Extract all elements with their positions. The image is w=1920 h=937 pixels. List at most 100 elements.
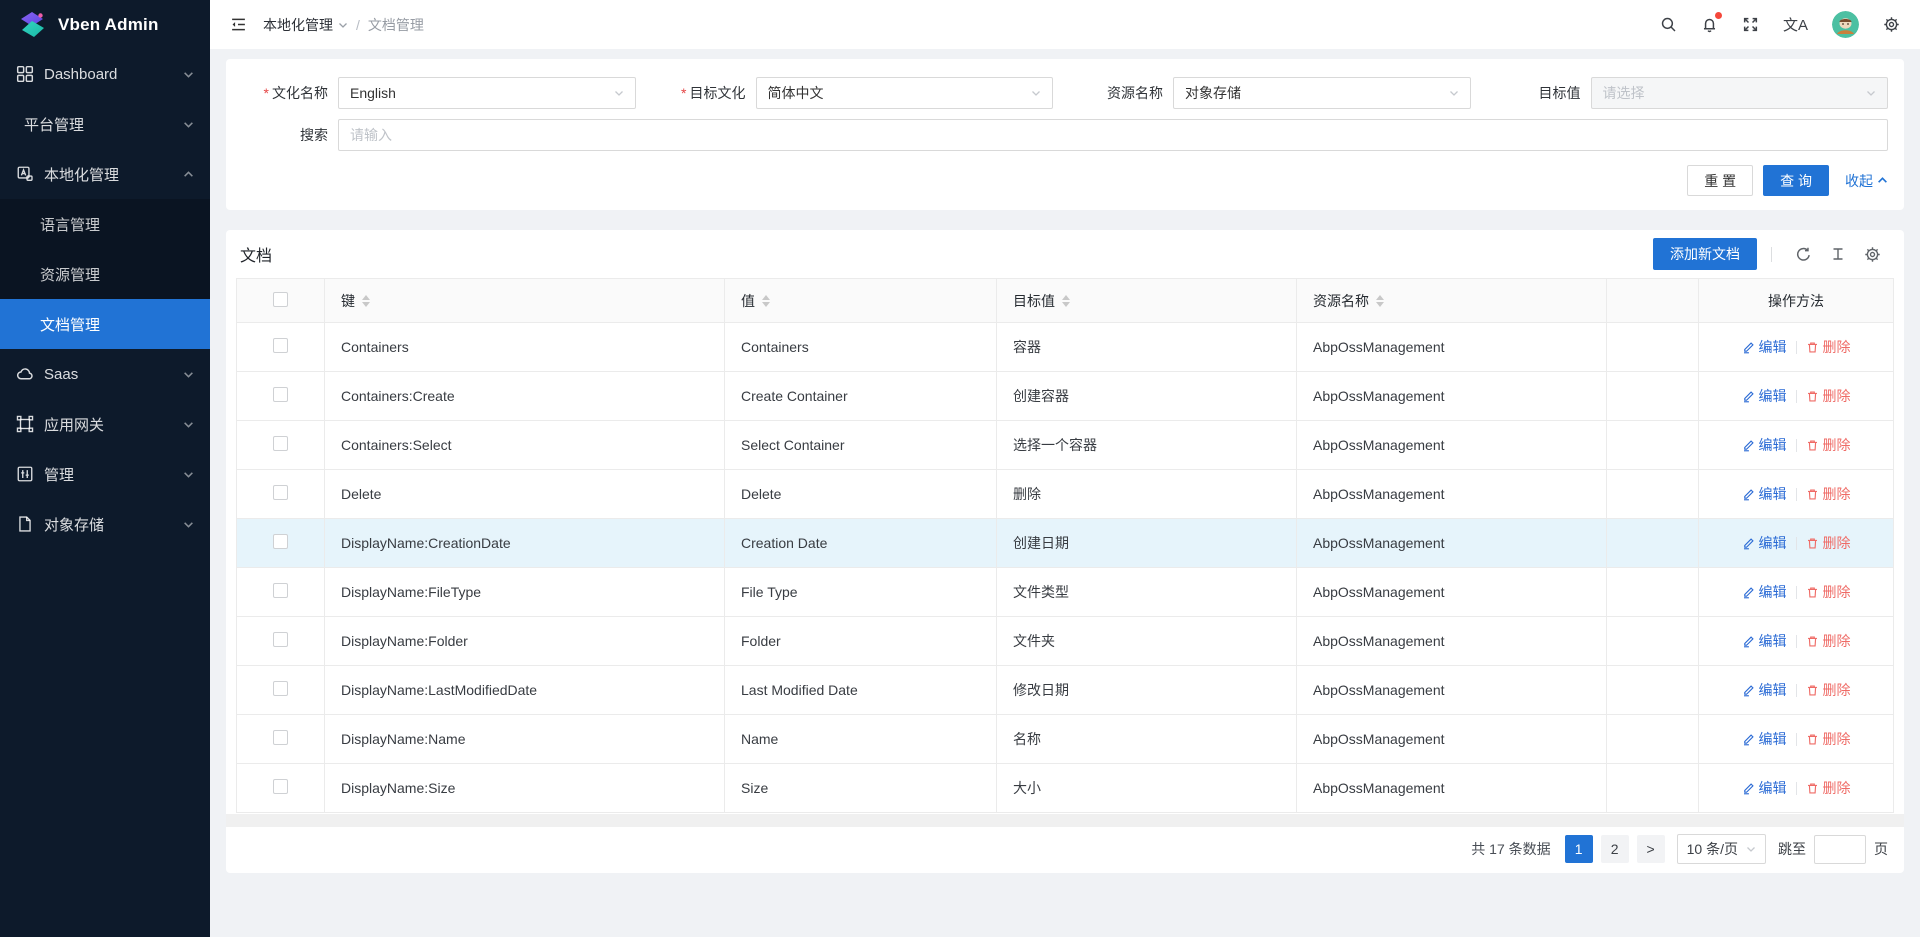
culture-name-select[interactable]: English bbox=[338, 77, 636, 109]
cell-value: Creation Date bbox=[725, 519, 997, 568]
row-checkbox[interactable] bbox=[273, 387, 288, 402]
next-page-button[interactable]: > bbox=[1637, 835, 1665, 863]
row-checkbox[interactable] bbox=[273, 436, 288, 451]
column-header-key: 键 bbox=[341, 291, 355, 311]
row-height-icon[interactable] bbox=[1830, 246, 1846, 262]
column-header-empty bbox=[1607, 279, 1699, 323]
delete-button[interactable]: 删除 bbox=[1806, 631, 1851, 651]
app-logo[interactable]: Vben Admin bbox=[0, 0, 210, 49]
edit-button[interactable]: 编辑 bbox=[1742, 386, 1787, 406]
edit-button[interactable]: 编辑 bbox=[1742, 582, 1787, 602]
target-culture-select[interactable]: 简体中文 bbox=[756, 77, 1054, 109]
cell-resource: AbpOssManagement bbox=[1297, 666, 1607, 715]
row-checkbox[interactable] bbox=[273, 338, 288, 353]
collapse-filter-link[interactable]: 收起 bbox=[1845, 171, 1888, 191]
edit-button[interactable]: 编辑 bbox=[1742, 435, 1787, 455]
resource-name-select[interactable]: 对象存储 bbox=[1173, 77, 1471, 109]
sidebar-item-platform[interactable]: 平台管理 bbox=[0, 99, 210, 149]
sidebar-item-localization[interactable]: 本地化管理 bbox=[0, 149, 210, 199]
cell-resource: AbpOssManagement bbox=[1297, 617, 1607, 666]
edit-button[interactable]: 编辑 bbox=[1742, 484, 1787, 504]
avatar[interactable] bbox=[1832, 11, 1859, 38]
sort-icon[interactable] bbox=[1376, 295, 1384, 307]
edit-button[interactable]: 编辑 bbox=[1742, 729, 1787, 749]
horizontal-scrollbar[interactable] bbox=[226, 814, 1904, 827]
edit-button[interactable]: 编辑 bbox=[1742, 631, 1787, 651]
sort-icon[interactable] bbox=[362, 295, 370, 307]
table-row: DisplayName:Size Size 大小 AbpOssManagemen… bbox=[237, 764, 1894, 813]
cell-empty bbox=[1607, 323, 1699, 372]
cell-target: 名称 bbox=[997, 715, 1297, 764]
query-button[interactable]: 查 询 bbox=[1763, 165, 1829, 196]
delete-button[interactable]: 删除 bbox=[1806, 680, 1851, 700]
cell-empty bbox=[1607, 421, 1699, 470]
row-checkbox[interactable] bbox=[273, 779, 288, 794]
cell-empty bbox=[1607, 764, 1699, 813]
edit-button[interactable]: 编辑 bbox=[1742, 680, 1787, 700]
search-icon[interactable] bbox=[1660, 16, 1677, 33]
table-title: 文档 bbox=[240, 242, 272, 266]
delete-button[interactable]: 删除 bbox=[1806, 337, 1851, 357]
search-input[interactable] bbox=[350, 120, 1876, 150]
sidebar-item-label: Dashboard bbox=[44, 66, 183, 83]
row-checkbox[interactable] bbox=[273, 730, 288, 745]
chevron-up-icon bbox=[1877, 175, 1888, 186]
sidebar-item-language[interactable]: 语言管理 bbox=[0, 199, 210, 249]
chevron-down-icon bbox=[338, 20, 348, 30]
cell-key: Delete bbox=[325, 470, 725, 519]
bell-icon[interactable] bbox=[1701, 16, 1718, 33]
cell-key: DisplayName:Folder bbox=[325, 617, 725, 666]
add-document-button[interactable]: 添加新文档 bbox=[1653, 238, 1757, 270]
edit-button[interactable]: 编辑 bbox=[1742, 778, 1787, 798]
sort-icon[interactable] bbox=[762, 295, 770, 307]
table-row: Containers Containers 容器 AbpOssManagemen… bbox=[237, 323, 1894, 372]
breadcrumb-item-localization[interactable]: 本地化管理 bbox=[263, 15, 348, 35]
chevron-down-icon bbox=[183, 69, 194, 80]
delete-button[interactable]: 删除 bbox=[1806, 533, 1851, 553]
edit-button[interactable]: 编辑 bbox=[1742, 533, 1787, 553]
delete-button[interactable]: 删除 bbox=[1806, 484, 1851, 504]
sidebar-item-document[interactable]: 文档管理 bbox=[0, 299, 210, 349]
sidebar-item-gateway[interactable]: 应用网关 bbox=[0, 399, 210, 449]
collapse-sidebar-icon[interactable] bbox=[230, 16, 247, 33]
settings-icon[interactable] bbox=[1883, 16, 1900, 33]
delete-button[interactable]: 删除 bbox=[1806, 435, 1851, 455]
sidebar-item-manage[interactable]: 管理 bbox=[0, 449, 210, 499]
sidebar-item-saas[interactable]: Saas bbox=[0, 349, 210, 399]
column-header-target: 目标值 bbox=[1013, 291, 1055, 311]
sidebar-item-resource[interactable]: 资源管理 bbox=[0, 249, 210, 299]
edit-button[interactable]: 编辑 bbox=[1742, 337, 1787, 357]
fullscreen-icon[interactable] bbox=[1742, 16, 1759, 33]
cell-value: File Type bbox=[725, 568, 997, 617]
delete-button[interactable]: 删除 bbox=[1806, 778, 1851, 798]
sidebar-item-storage[interactable]: 对象存储 bbox=[0, 499, 210, 549]
row-checkbox[interactable] bbox=[273, 681, 288, 696]
row-checkbox[interactable] bbox=[273, 534, 288, 549]
jump-page-input[interactable] bbox=[1814, 835, 1866, 864]
chevron-up-icon bbox=[183, 169, 194, 180]
sidebar-item-dashboard[interactable]: Dashboard bbox=[0, 49, 210, 99]
delete-button[interactable]: 删除 bbox=[1806, 729, 1851, 749]
page-button-1[interactable]: 1 bbox=[1565, 835, 1593, 863]
delete-button[interactable]: 删除 bbox=[1806, 582, 1851, 602]
select-all-checkbox[interactable] bbox=[273, 292, 288, 307]
row-checkbox[interactable] bbox=[273, 583, 288, 598]
refresh-icon[interactable] bbox=[1795, 246, 1812, 263]
page-button-2[interactable]: 2 bbox=[1601, 835, 1629, 863]
target-value-select[interactable]: 请选择 bbox=[1591, 77, 1889, 109]
breadcrumb-separator: / bbox=[356, 17, 360, 33]
row-checkbox[interactable] bbox=[273, 485, 288, 500]
page-size-select[interactable]: 10 条/页 bbox=[1677, 834, 1766, 864]
cell-target: 容器 bbox=[997, 323, 1297, 372]
delete-button[interactable]: 删除 bbox=[1806, 386, 1851, 406]
chevron-down-icon bbox=[1449, 88, 1459, 98]
cell-value: Delete bbox=[725, 470, 997, 519]
sort-icon[interactable] bbox=[1062, 295, 1070, 307]
row-checkbox[interactable] bbox=[273, 632, 288, 647]
column-settings-icon[interactable] bbox=[1864, 246, 1881, 263]
reset-button[interactable]: 重 置 bbox=[1687, 165, 1753, 196]
cell-target: 选择一个容器 bbox=[997, 421, 1297, 470]
field-target-value: 目标值 请选择 bbox=[1495, 77, 1889, 109]
translate-icon[interactable]: 文A bbox=[1783, 17, 1808, 33]
cell-value: Create Container bbox=[725, 372, 997, 421]
